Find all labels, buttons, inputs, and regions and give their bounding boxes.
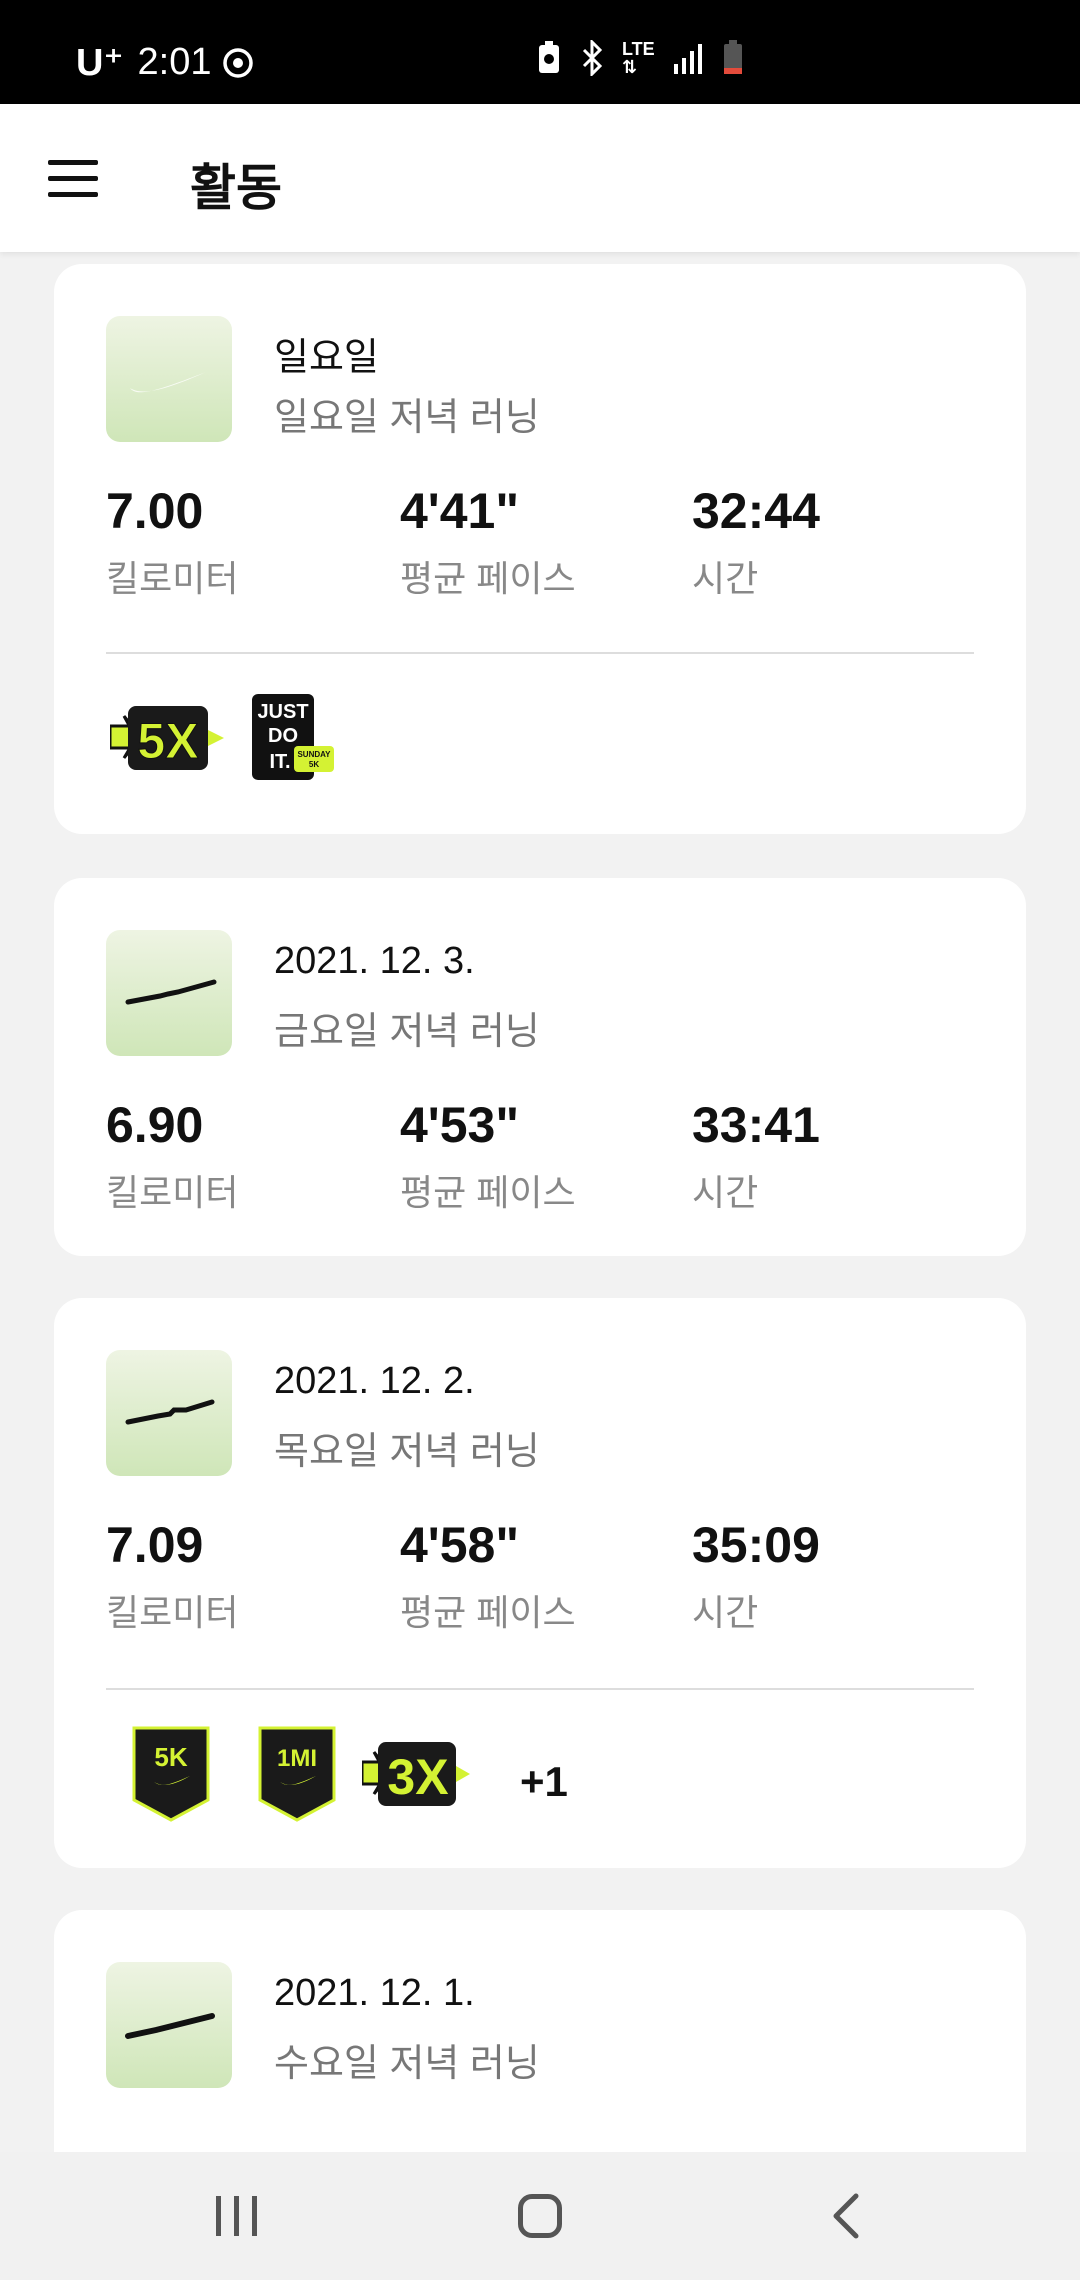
- recent-apps-button[interactable]: [216, 2196, 260, 2236]
- pace-value: 4'53": [400, 1097, 520, 1153]
- svg-text:5K: 5K: [309, 760, 319, 769]
- pace-value: 4'41": [400, 483, 520, 539]
- battery-saver-icon: [539, 41, 559, 73]
- duration-label: 시간: [692, 1592, 759, 1633]
- activity-thumbnail: [106, 930, 232, 1056]
- activity-card[interactable]: 일요일 일요일 저녁 러닝 7.00 킬로미터 4'41" 평균 페이스 32:…: [54, 264, 1026, 834]
- svg-text:DO: DO: [268, 725, 298, 747]
- pace-stat: 4'41" 평균 페이스: [400, 486, 576, 602]
- activity-card[interactable]: 2021. 12. 1. 수요일 저녁 러닝: [54, 1910, 1026, 2152]
- 1mi-badge[interactable]: 1MI: [258, 1726, 336, 1822]
- recent-apps-icon-bar: [252, 2196, 257, 2236]
- battery-icon: [724, 40, 742, 74]
- back-button[interactable]: [826, 2192, 866, 2240]
- distance-value: 7.00: [106, 483, 204, 539]
- pace-stat: 4'58" 평균 페이스: [400, 1520, 576, 1636]
- badge-label: 5K: [154, 1742, 187, 1772]
- activity-name: 금요일 저녁 러닝: [274, 1011, 540, 1053]
- pace-label: 평균 페이스: [400, 1592, 576, 1633]
- distance-label: 킬로미터: [106, 1592, 239, 1633]
- svg-text:IT.: IT.: [269, 751, 290, 773]
- duration-stat: 35:09 시간: [692, 1520, 820, 1636]
- duration-stat: 33:41 시간: [692, 1100, 820, 1216]
- distance-label: 킬로미터: [106, 558, 239, 599]
- more-badges-count[interactable]: +1: [520, 1758, 568, 1806]
- activity-list: 일요일 일요일 저녁 러닝 7.00 킬로미터 4'41" 평균 페이스 32:…: [0, 252, 1080, 2152]
- sync-icon: [223, 47, 254, 78]
- distance-value: 6.90: [106, 1097, 204, 1153]
- route-map-icon: [125, 979, 217, 1005]
- duration-label: 시간: [692, 1172, 759, 1213]
- status-left: U⁺ 2:01: [76, 40, 255, 85]
- activity-date: 2021. 12. 3.: [274, 940, 475, 982]
- pace-value: 4'58": [400, 1517, 520, 1573]
- clock: 2:01: [137, 41, 212, 83]
- activity-name: 수요일 저녁 러닝: [274, 2043, 540, 2085]
- pace-stat: 4'53" 평균 페이스: [400, 1100, 576, 1216]
- activity-thumbnail: [106, 1962, 232, 2088]
- badge-label: 3X: [387, 1749, 448, 1805]
- route-map-icon: [125, 1399, 215, 1425]
- activity-date: 2021. 12. 2.: [274, 1360, 475, 1402]
- duration-stat: 32:44 시간: [692, 486, 820, 602]
- distance-stat: 7.09 킬로미터: [106, 1520, 238, 1636]
- divider: [106, 1688, 974, 1690]
- distance-label: 킬로미터: [106, 1172, 239, 1213]
- activity-card[interactable]: 2021. 12. 2. 목요일 저녁 러닝 7.09 킬로미터 4'58" 평…: [54, 1298, 1026, 1868]
- divider: [106, 652, 974, 654]
- distance-value: 7.09: [106, 1517, 204, 1573]
- svg-text:SUNDAY: SUNDAY: [297, 750, 331, 759]
- activity-name: 일요일 저녁 러닝: [274, 397, 540, 439]
- duration-label: 시간: [692, 558, 759, 599]
- lte-icon: LTE ⇅: [622, 39, 655, 77]
- activity-name: 목요일 저녁 러닝: [274, 1431, 540, 1473]
- menu-button[interactable]: [48, 160, 98, 198]
- duration-value: 32:44: [692, 483, 820, 539]
- menu-icon: [48, 160, 98, 165]
- activity-card[interactable]: 2021. 12. 3. 금요일 저녁 러닝 6.90 킬로미터 4'53" 평…: [54, 878, 1026, 1256]
- duration-value: 33:41: [692, 1097, 820, 1153]
- signal-icon: [674, 44, 702, 74]
- activity-thumbnail: [106, 316, 232, 442]
- distance-stat: 6.90 킬로미터: [106, 1100, 238, 1216]
- badge-label: 1MI: [277, 1745, 317, 1772]
- duration-value: 35:09: [692, 1517, 820, 1573]
- just-do-it-badge[interactable]: JUST DO IT. SUNDAY 5K: [250, 692, 336, 784]
- pace-label: 평균 페이스: [400, 558, 576, 599]
- streak-5x-badge[interactable]: 5X: [110, 696, 226, 780]
- distance-stat: 7.00 킬로미터: [106, 486, 238, 602]
- activity-date: 일요일: [274, 337, 379, 379]
- activity-date: 2021. 12. 1.: [274, 1972, 475, 2014]
- network-type: LTE: [622, 39, 655, 59]
- recent-apps-icon-bar: [234, 2196, 239, 2236]
- bluetooth-icon: [582, 40, 603, 76]
- system-nav-bar: [0, 2152, 1080, 2280]
- status-bar: U⁺ 2:01 LTE ⇅: [0, 0, 1080, 104]
- menu-icon-line: [48, 176, 98, 181]
- home-button[interactable]: [518, 2194, 562, 2238]
- activity-thumbnail: [106, 1350, 232, 1476]
- route-map-icon: [125, 2013, 215, 2039]
- menu-icon-line: [48, 192, 98, 197]
- svg-text:JUST: JUST: [257, 701, 308, 723]
- pace-label: 평균 페이스: [400, 1172, 576, 1213]
- streak-3x-badge[interactable]: 3X: [362, 1734, 472, 1814]
- badge-label: 5X: [137, 713, 198, 769]
- status-icons: LTE ⇅: [536, 40, 744, 76]
- app-bar: 활동: [0, 104, 1080, 252]
- nike-swoosh-icon: [130, 372, 206, 393]
- 5k-badge[interactable]: 5K: [132, 1726, 210, 1822]
- carrier-label: U⁺: [76, 42, 124, 84]
- page-title: 활동: [190, 160, 282, 216]
- recent-apps-icon: [216, 2196, 221, 2236]
